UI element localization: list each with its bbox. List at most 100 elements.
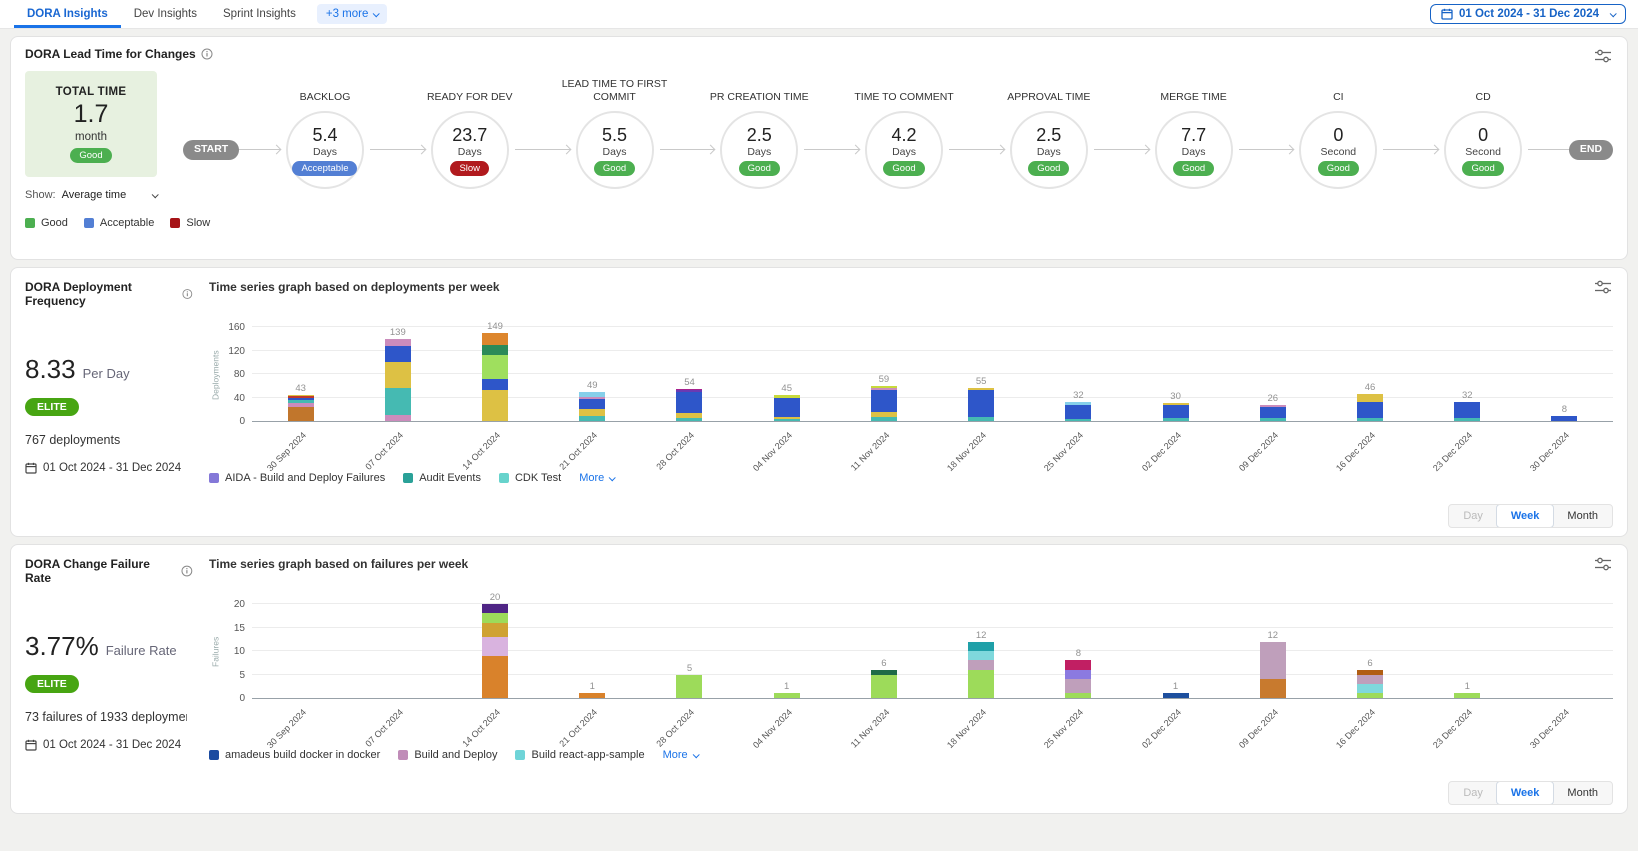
stage-status-badge: Good — [739, 161, 780, 176]
stage-name: BACKLOG — [266, 71, 384, 105]
bar-value-label: 55 — [976, 376, 987, 387]
stage-circle[interactable]: 5.4DaysAcceptable — [286, 111, 364, 189]
more-tab-label: +3 more — [326, 8, 369, 20]
stage-value: 2.5 — [1036, 125, 1061, 146]
bar-segment — [774, 693, 800, 698]
chart-bar-column[interactable]: 528 Oct 2024 — [641, 604, 738, 698]
tab-dora-insights[interactable]: DORA Insights — [14, 0, 121, 28]
panel-settings-button[interactable] — [1595, 557, 1611, 574]
bar-segment — [1260, 418, 1286, 421]
chart-bar-column[interactable]: 123 Dec 2024 — [1419, 604, 1516, 698]
bar-segment — [579, 416, 605, 421]
stage-circle[interactable]: 7.7DaysGood — [1155, 111, 1233, 189]
stage-value: 2.5 — [747, 125, 772, 146]
stage-circle[interactable]: 0SecondGood — [1299, 111, 1377, 189]
tab-sprint-insights[interactable]: Sprint Insights — [210, 0, 309, 28]
chart-bar-column[interactable]: 4616 Dec 2024 — [1321, 327, 1418, 421]
stage-circle[interactable]: 23.7DaysSlow — [431, 111, 509, 189]
bar-value-label: 45 — [781, 383, 792, 394]
chart-bar-column[interactable]: 2014 Oct 2024 — [446, 604, 543, 698]
lead-time-legend: GoodAcceptableSlow — [25, 217, 1613, 229]
chart-bar-column[interactable]: 4504 Nov 2024 — [738, 327, 835, 421]
failure-rate-unit: Failure Rate — [106, 643, 177, 658]
chart-bar-column[interactable]: 830 Dec 2024 — [1516, 327, 1613, 421]
stage-circle[interactable]: 0SecondGood — [1444, 111, 1522, 189]
x-axis-label: 30 Sep 2024 — [252, 421, 349, 467]
legend-swatch — [499, 473, 509, 483]
chart-bar-column[interactable]: 3225 Nov 2024 — [1030, 327, 1127, 421]
chart-bar-column[interactable]: 5518 Nov 2024 — [933, 327, 1030, 421]
chart-bar-column[interactable]: 825 Nov 2024 — [1030, 604, 1127, 698]
bar-value-label: 8 — [1562, 404, 1567, 415]
top-navigation-bar: DORA InsightsDev InsightsSprint Insights… — [0, 0, 1638, 29]
chart-bar-column[interactable]: 07 Oct 2024 — [349, 604, 446, 698]
bar-segment — [1357, 394, 1383, 402]
bar-stack — [482, 604, 508, 698]
legend-item-good: Good — [25, 217, 68, 229]
bar-value-label: 149 — [487, 321, 503, 332]
bar-stack — [579, 693, 605, 698]
legend-more-link[interactable]: More — [663, 749, 698, 761]
chart-bar-column[interactable]: 3223 Dec 2024 — [1419, 327, 1516, 421]
chart-bar-column[interactable]: 13907 Oct 2024 — [349, 327, 446, 421]
chart-bar-column[interactable]: 4921 Oct 2024 — [544, 327, 641, 421]
legend-label: Acceptable — [100, 217, 154, 229]
chart-bar-column[interactable]: 5911 Nov 2024 — [835, 327, 932, 421]
chart-bar-column[interactable]: 102 Dec 2024 — [1127, 604, 1224, 698]
stage-circle[interactable]: 5.5DaysGood — [576, 111, 654, 189]
calendar-icon — [1441, 8, 1453, 20]
more-label: More — [579, 472, 604, 484]
chart-bar-column[interactable]: 4330 Sep 2024 — [252, 327, 349, 421]
stage-circle[interactable]: 2.5DaysGood — [1010, 111, 1088, 189]
total-time-value: 1.7 — [74, 100, 109, 129]
chart-bar-column[interactable]: 30 Dec 2024 — [1516, 604, 1613, 698]
show-dropdown[interactable]: Show: Average time — [25, 189, 157, 201]
chart-bar-column[interactable]: 1209 Dec 2024 — [1224, 604, 1321, 698]
bar-stack — [871, 386, 897, 421]
info-icon[interactable] — [201, 48, 213, 60]
panel-settings-button[interactable] — [1595, 280, 1611, 297]
bar-stack — [1357, 670, 1383, 698]
bar-segment — [482, 333, 508, 344]
chart-bar-column[interactable]: 104 Nov 2024 — [738, 604, 835, 698]
legend-more-link[interactable]: More — [579, 472, 614, 484]
x-axis-label: 21 Oct 2024 — [544, 421, 641, 467]
bar-segment — [968, 417, 994, 421]
toggle-day[interactable]: Day — [1449, 782, 1497, 804]
chart-plot-area: 4330 Sep 202413907 Oct 202414914 Oct 202… — [252, 328, 1613, 422]
legend-item-build-and-deploy: Build and Deploy — [398, 749, 497, 761]
stage-time-to-comment: TIME TO COMMENT4.2DaysGood — [845, 71, 963, 201]
date-range-picker[interactable]: 01 Oct 2024 - 31 Dec 2024 — [1430, 4, 1626, 24]
x-axis-label: 16 Dec 2024 — [1321, 421, 1418, 467]
stage-value: 7.7 — [1181, 125, 1206, 146]
toggle-month[interactable]: Month — [1553, 505, 1612, 527]
toggle-month[interactable]: Month — [1553, 782, 1612, 804]
tab-more[interactable]: +3 more — [317, 4, 388, 24]
x-axis-label: 09 Dec 2024 — [1224, 698, 1321, 744]
info-icon[interactable] — [181, 565, 193, 577]
stage-name: READY FOR DEV — [411, 71, 529, 105]
chart-bar-column[interactable]: 30 Sep 2024 — [252, 604, 349, 698]
bar-segment — [968, 660, 994, 669]
chart-bar-column[interactable]: 14914 Oct 2024 — [446, 327, 543, 421]
chart-bar-column[interactable]: 3002 Dec 2024 — [1127, 327, 1224, 421]
bar-stack — [385, 339, 411, 421]
chart-bar-column[interactable]: 1218 Nov 2024 — [933, 604, 1030, 698]
bar-stack — [774, 395, 800, 421]
chart-bar-column[interactable]: 5428 Oct 2024 — [641, 327, 738, 421]
panel-settings-button[interactable] — [1595, 49, 1611, 66]
stage-unit: Days — [747, 146, 771, 158]
chart-bar-column[interactable]: 611 Nov 2024 — [835, 604, 932, 698]
toggle-day[interactable]: Day — [1449, 505, 1497, 527]
chart-bar-column[interactable]: 2609 Dec 2024 — [1224, 327, 1321, 421]
stage-circle[interactable]: 4.2DaysGood — [865, 111, 943, 189]
stage-backlog: BACKLOG 5.4DaysAcceptable — [266, 71, 384, 201]
x-axis-label: 21 Oct 2024 — [544, 698, 641, 744]
info-icon[interactable] — [182, 288, 193, 300]
stage-circle[interactable]: 2.5Days Good — [720, 111, 798, 189]
tab-dev-insights[interactable]: Dev Insights — [121, 0, 210, 28]
toggle-week[interactable]: Week — [1496, 504, 1555, 528]
toggle-week[interactable]: Week — [1496, 781, 1555, 805]
chart-bar-column[interactable]: 616 Dec 2024 — [1321, 604, 1418, 698]
chart-bar-column[interactable]: 121 Oct 2024 — [544, 604, 641, 698]
